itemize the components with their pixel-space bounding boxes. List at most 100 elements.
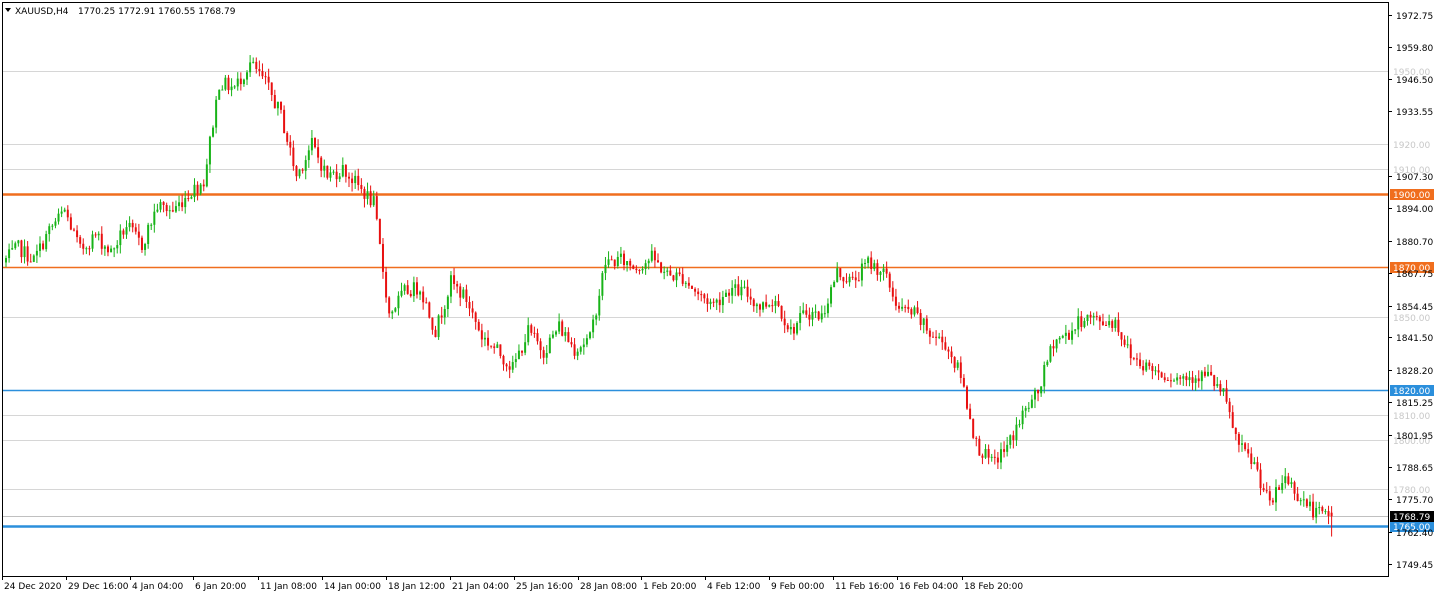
candle-body (178, 202, 181, 207)
candle-body (499, 344, 502, 356)
time-tick-label: 4 Feb 12:00 (707, 582, 761, 592)
candle-body (728, 292, 731, 296)
price-axis[interactable]: 1950.001920.001910.001850.001810.001800.… (1388, 12, 1433, 571)
candle-body (224, 77, 227, 90)
faint-level-label: 1850.00 (1393, 314, 1430, 324)
candle-body (332, 171, 335, 173)
candle-body (616, 256, 619, 266)
time-axis[interactable]: 24 Dec 2020 29 Dec 16:00 4 Jan 04:00 6 Jan … (2, 576, 1024, 592)
candle (218, 89, 221, 100)
candle-body (632, 265, 635, 269)
candle-body (675, 272, 678, 281)
candle-body (14, 243, 17, 249)
candle-body (496, 344, 499, 348)
candle-body (762, 302, 765, 310)
candle-body (830, 287, 833, 304)
candle-body (666, 270, 669, 272)
candle-body (397, 295, 400, 309)
candle-body (508, 366, 511, 370)
candle-body (38, 243, 41, 251)
candle-body (403, 285, 406, 291)
candle-body (687, 282, 690, 286)
candle-body (502, 355, 505, 365)
candle-body (320, 157, 323, 171)
candle-body (32, 255, 35, 262)
candle-body (196, 184, 199, 194)
chart-window[interactable]: 1900.00 1870.00 1820.00 1765.00 1768.79 1950… (0, 0, 1436, 597)
candle-body (474, 312, 477, 322)
candle-body (48, 226, 51, 235)
candle-body (286, 133, 289, 142)
candle-body (221, 89, 224, 91)
candle-body (446, 296, 449, 310)
candle-body (97, 233, 100, 236)
candle-body (1169, 380, 1172, 382)
candle-body (385, 271, 388, 298)
candle-body (280, 101, 283, 110)
time-tick-label: 4 Jan 04:00 (132, 582, 184, 592)
candle-body (796, 322, 799, 334)
candle-body (965, 386, 968, 409)
candle-body (783, 318, 786, 326)
candle-body (956, 362, 959, 368)
candle-body (493, 346, 496, 348)
candle-body (746, 286, 749, 297)
candle-body (116, 245, 119, 249)
candle-body (292, 147, 295, 167)
candle-body (428, 302, 431, 318)
candle (437, 314, 440, 340)
price-tick-label: 1762.40 (1396, 529, 1433, 539)
candle-body (347, 176, 350, 179)
candle-body (119, 230, 122, 246)
candle-body (601, 273, 604, 296)
candle-body (947, 349, 950, 352)
candle-body (644, 263, 647, 269)
candle-body (1278, 487, 1281, 491)
candle-body (76, 230, 79, 238)
candle-body (1302, 499, 1305, 501)
candle-body (443, 309, 446, 318)
candle-body (684, 282, 687, 284)
candle-body (573, 344, 576, 356)
candle-body (585, 338, 588, 345)
candle-body (854, 277, 857, 281)
candle-body (122, 230, 125, 235)
faint-level-label: 1780.00 (1393, 486, 1430, 496)
candle-body (619, 253, 622, 257)
candle-body (623, 253, 625, 266)
candle-body (737, 284, 740, 296)
time-tick-label: 11 Jan 08:00 (260, 582, 317, 592)
candle-body (227, 77, 230, 91)
candle-body (326, 165, 329, 178)
candle-body (72, 229, 75, 231)
candle-body (462, 289, 465, 298)
candle-body (740, 286, 743, 296)
candle-body (378, 218, 381, 244)
candle-body (1225, 388, 1228, 402)
candle-body (1015, 424, 1018, 441)
time-tick-label: 25 Jan 16:00 (516, 582, 573, 592)
candle-body (212, 127, 215, 137)
candle-body (412, 282, 415, 297)
candle-body (208, 136, 211, 165)
candle-body (465, 289, 468, 302)
candle-body (351, 178, 354, 184)
time-tick-label: 28 Jan 08:00 (580, 582, 637, 592)
candle-body (894, 296, 897, 306)
candle-body (681, 274, 684, 284)
candle-body (925, 318, 928, 331)
candle-body (17, 240, 20, 244)
candle-body (1157, 370, 1160, 373)
candle-body (1237, 433, 1240, 445)
candle-body (610, 259, 613, 261)
candle-body (335, 171, 338, 180)
candle-body (1207, 371, 1210, 376)
candle (972, 418, 975, 440)
candle-body (811, 311, 814, 320)
candle-body (26, 246, 29, 262)
candle-body (669, 270, 672, 276)
candle-body (1262, 488, 1265, 491)
candle-body (110, 248, 113, 253)
candle-body (533, 332, 536, 334)
candle-body (592, 319, 595, 333)
